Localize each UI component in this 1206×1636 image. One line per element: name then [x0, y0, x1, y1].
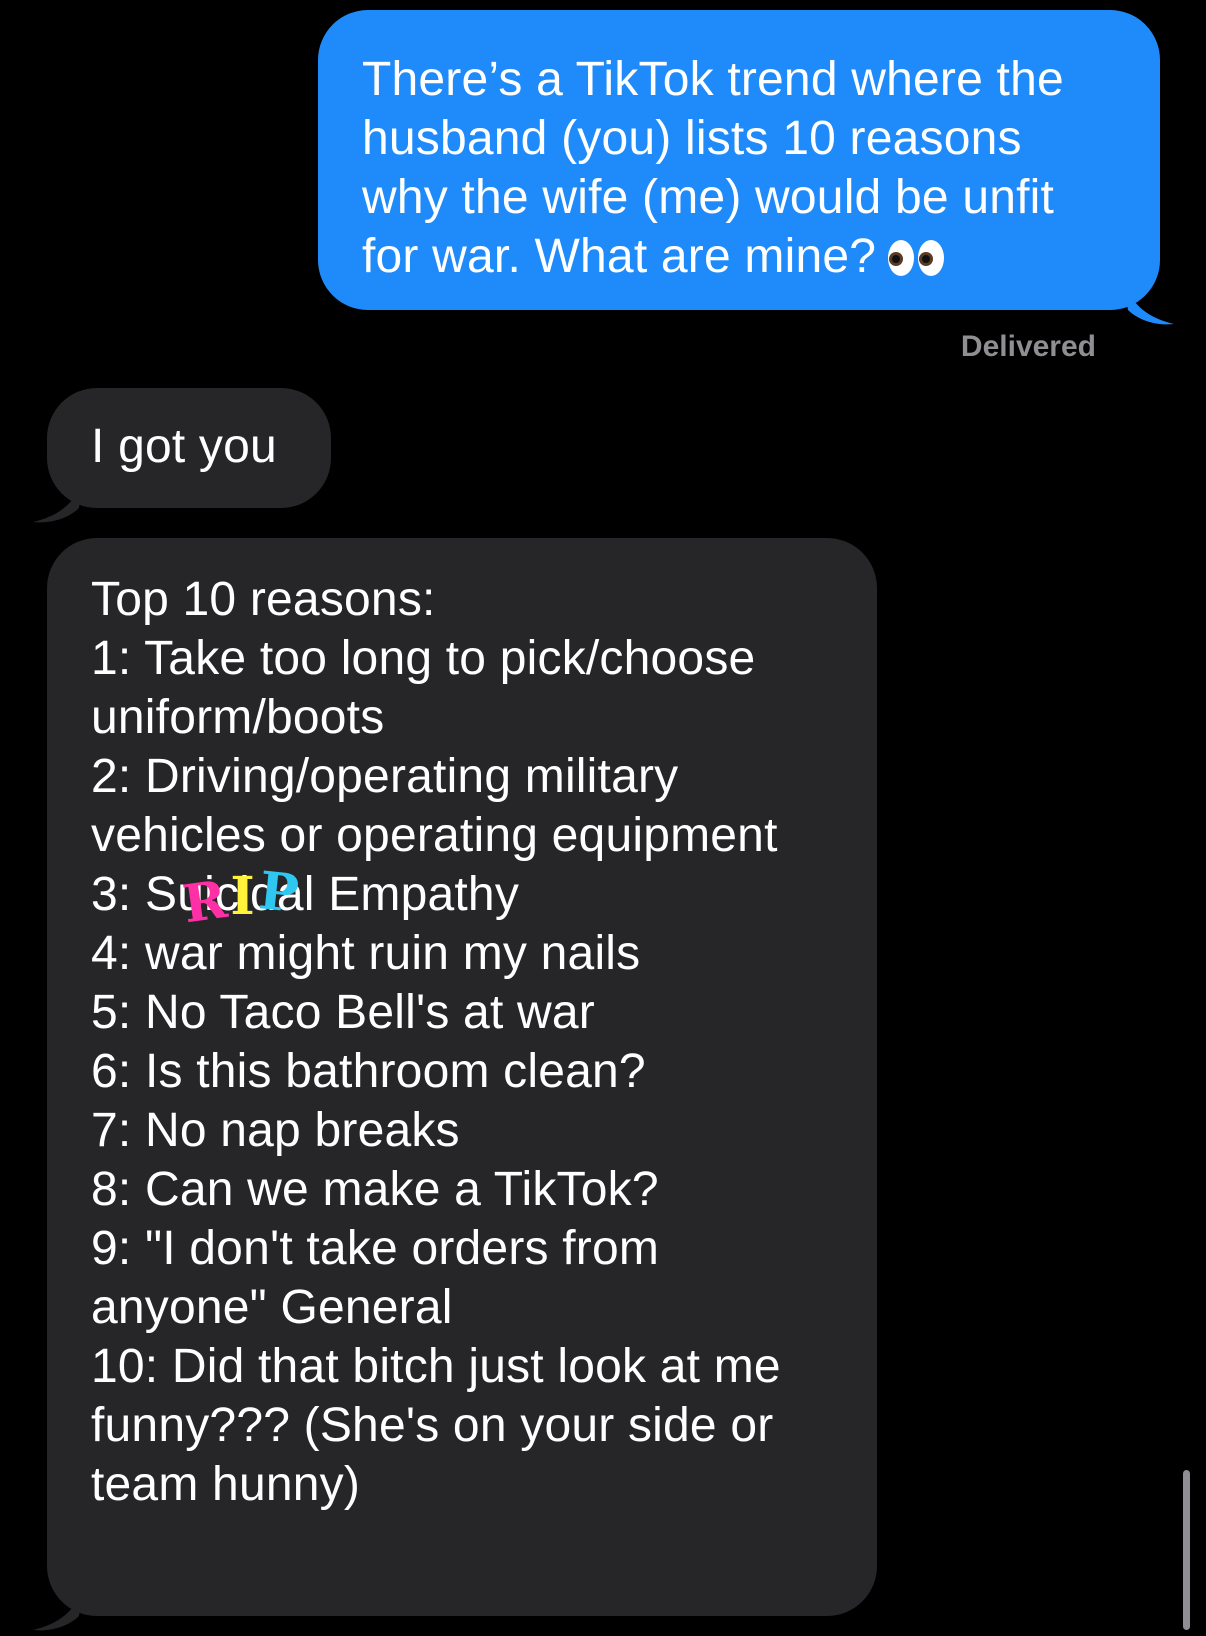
list-item: uniform/boots [91, 691, 385, 744]
list-item: anyone" General [91, 1281, 453, 1334]
received-bubble-tail [33, 478, 83, 523]
list-item: 8: Can we make a TikTok? [91, 1163, 659, 1216]
list-item: team hunny) [91, 1458, 361, 1511]
list-item-with-sticker: 3: Suicidal RIP Empathy [91, 860, 847, 935]
rip-letter-p: P [255, 860, 304, 926]
sent-message-line-text: for war. What are mine? [362, 230, 877, 283]
list-item: 1: Take too long to pick/choose [91, 632, 756, 685]
list-item: 6: Is this bathroom clean? [91, 1045, 646, 1098]
rip-letter-i: I [230, 866, 257, 927]
delivery-status: Delivered [960, 330, 1096, 363]
sent-message-line: husband (you) lists 10 reasons [362, 112, 1022, 165]
sent-message-line: why the wife (me) would be unfit [362, 171, 1055, 224]
received-message-bubble[interactable]: I got you [33, 388, 331, 523]
rip-letter-r: R [179, 868, 233, 936]
list-item: 10: Did that bitch just look at me [91, 1340, 781, 1393]
list-item: 5: No Taco Bell's at war [91, 986, 595, 1039]
list-item: funny??? (She's on your side or [91, 1399, 774, 1452]
list-item-suffix: Empathy [314, 868, 520, 921]
list-heading: Top 10 reasons: [91, 573, 436, 626]
sent-message-bubble[interactable]: There’s a TikTok trend where the husband… [318, 10, 1174, 325]
received-bubble-tail [33, 1586, 83, 1631]
rip-sticker: RIP [180, 860, 336, 935]
sent-message-line: There’s a TikTok trend where the [362, 53, 1064, 106]
sent-message-line-last: for war. What are mine? [362, 227, 1120, 286]
sent-bubble-tail [1124, 280, 1174, 325]
received-message-text: I got you [91, 420, 277, 473]
list-item: 9: "I don't take orders from [91, 1222, 660, 1275]
list-item-prefix: 3: S [91, 868, 178, 921]
received-message-bubble-list[interactable]: Top 10 reasons: 1: Take too long to pick… [33, 538, 877, 1631]
list-item: 2: Driving/operating military [91, 750, 679, 803]
list-item: 7: No nap breaks [91, 1104, 460, 1157]
rip-sticker-overlay: uicidal RIP [177, 860, 314, 935]
list-item: vehicles or operating equipment [91, 809, 778, 862]
scrollbar[interactable] [1183, 1470, 1190, 1630]
eyes-emoji-icon [888, 240, 945, 276]
